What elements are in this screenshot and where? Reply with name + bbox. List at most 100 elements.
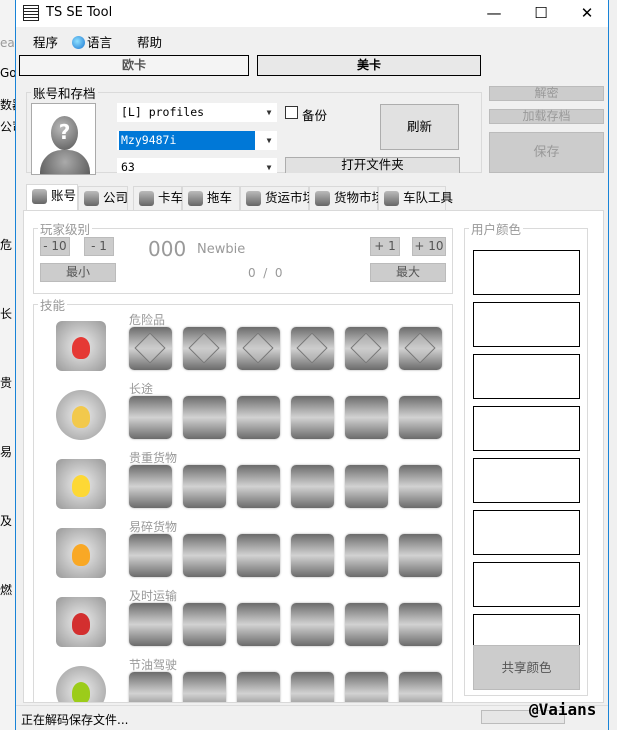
save-select[interactable]: Mzy9487i ▼: [117, 131, 277, 150]
save-button[interactable]: 保存: [489, 132, 604, 173]
profile-group-title: 账号和存档: [33, 86, 96, 101]
load-save-button[interactable]: 加载存档: [489, 109, 604, 124]
menu-help[interactable]: 帮助: [137, 32, 162, 51]
chevron-down-icon: ▼: [266, 136, 272, 145]
skill-level-tile[interactable]: [129, 465, 172, 508]
convoy-tools-icon: [384, 191, 399, 206]
decode-button[interactable]: 解密: [489, 86, 604, 101]
window-title: TS SE Tool: [46, 5, 113, 20]
tab-convoy-tools[interactable]: 车队工具: [378, 186, 453, 210]
skill-level-tile[interactable]: [237, 603, 280, 646]
skill-icon-2: [52, 455, 110, 513]
skill-level-tile[interactable]: [129, 603, 172, 646]
close-button[interactable]: ✕: [564, 0, 610, 27]
user-color-slot[interactable]: [473, 302, 580, 347]
skill-level-tile[interactable]: [399, 672, 442, 702]
tab-truck[interactable]: 卡车: [133, 186, 183, 210]
skill-level-tile[interactable]: [345, 672, 388, 702]
skill-level-tile[interactable]: [399, 396, 442, 439]
watermark: @Vaians: [529, 700, 597, 719]
skill-icon-0: [52, 317, 110, 375]
profile-select[interactable]: [L] profiles ▼: [117, 103, 277, 122]
backup-checkbox[interactable]: [285, 106, 298, 119]
bg-text: 贵: [0, 376, 13, 390]
bg-text: 长: [0, 307, 13, 321]
skill-level-tile[interactable]: [399, 327, 442, 370]
menu-language[interactable]: 语言: [72, 32, 112, 51]
bg-text: 危: [0, 238, 13, 252]
skill-level-tile[interactable]: [183, 672, 226, 702]
skill-level-tile[interactable]: [183, 534, 226, 577]
skill-level-tile[interactable]: [237, 672, 280, 702]
user-color-slot[interactable]: [473, 406, 580, 451]
skill-level-tile[interactable]: [399, 534, 442, 577]
skill-level-tile[interactable]: [399, 603, 442, 646]
hazard-diamond-icon: [404, 332, 436, 364]
skill-level-tile[interactable]: [345, 396, 388, 439]
minimize-button[interactable]: —: [471, 0, 517, 27]
skill-level-tile[interactable]: [345, 534, 388, 577]
skill-level-tile[interactable]: [291, 603, 334, 646]
skill-level-tile[interactable]: [291, 327, 334, 370]
tab-cargo-market[interactable]: 货物市场: [309, 186, 384, 210]
minus10-button[interactable]: - 10: [40, 237, 70, 256]
refresh-button[interactable]: 刷新: [380, 104, 459, 150]
user-color-slot[interactable]: [473, 354, 580, 399]
user-color-slot[interactable]: [473, 458, 580, 503]
plus1-button[interactable]: + 1: [370, 237, 400, 256]
skill-level-tile[interactable]: [129, 396, 172, 439]
menu-program[interactable]: 程序: [33, 32, 58, 51]
skill-level-tile[interactable]: [129, 327, 172, 370]
skill-level-tile[interactable]: [291, 534, 334, 577]
open-folder-button[interactable]: 打开文件夹: [285, 157, 460, 173]
skill-level-tile[interactable]: [183, 465, 226, 508]
player-level-title: 玩家级别: [40, 222, 91, 237]
user-color-slot[interactable]: [473, 562, 580, 607]
freight-market-icon: [246, 191, 261, 206]
skill-level-tile[interactable]: [129, 534, 172, 577]
ats-button[interactable]: 美卡: [257, 55, 481, 76]
tab-label: 货运市场: [265, 190, 316, 205]
skill-level-tile[interactable]: [237, 327, 280, 370]
bg-text: 及: [0, 514, 13, 528]
skill-level-tile[interactable]: [237, 534, 280, 577]
plus10-button[interactable]: + 10: [412, 237, 446, 256]
skill-level-tile[interactable]: [291, 672, 334, 702]
maximize-button[interactable]: ☐: [518, 0, 564, 27]
skill-icon-1: [52, 386, 110, 444]
skill-level-tile[interactable]: [237, 465, 280, 508]
skill-level-tile[interactable]: [183, 396, 226, 439]
skill-icon-3: [52, 524, 110, 582]
skill-level-tile[interactable]: [237, 396, 280, 439]
skill-level-tile[interactable]: [345, 603, 388, 646]
skill-level-tile[interactable]: [183, 603, 226, 646]
tab-label: 车队工具: [403, 190, 454, 205]
user-color-slot[interactable]: [473, 510, 580, 555]
minus1-button[interactable]: - 1: [84, 237, 114, 256]
ets2-button[interactable]: 欧卡: [19, 55, 249, 76]
skill-level-tile[interactable]: [183, 327, 226, 370]
background-window-right: [608, 0, 617, 730]
min-level-button[interactable]: 最小: [40, 263, 116, 282]
tab-account[interactable]: 账号: [26, 184, 78, 211]
app-window: TS SE Tool — ☐ ✕ 程序 语言 帮助 欧卡 美卡 账号和存档 ? …: [15, 0, 609, 730]
max-level-button[interactable]: 最大: [370, 263, 446, 282]
slot-select[interactable]: 63 ▼: [117, 158, 277, 173]
skill-level-tile[interactable]: [129, 672, 172, 702]
user-color-slot[interactable]: [473, 250, 580, 295]
tab-freight-market[interactable]: 货运市场: [240, 186, 315, 210]
tab-trailer[interactable]: 拖车: [182, 186, 240, 210]
tab-company[interactable]: 公司: [78, 186, 128, 210]
hazard-diamond-icon: [188, 332, 220, 364]
skill-level-tile[interactable]: [345, 465, 388, 508]
skill-level-tile[interactable]: [399, 465, 442, 508]
share-colors-button[interactable]: 共享颜色: [473, 645, 580, 690]
skill-label: 长途: [129, 382, 154, 396]
bg-text: 易: [0, 445, 13, 459]
skill-level-tile[interactable]: [291, 465, 334, 508]
bg-text: 燃: [0, 583, 13, 597]
skill-label: 易碎货物: [129, 520, 178, 534]
user-colors-title: 用户颜色: [471, 222, 522, 237]
skill-level-tile[interactable]: [345, 327, 388, 370]
skill-level-tile[interactable]: [291, 396, 334, 439]
